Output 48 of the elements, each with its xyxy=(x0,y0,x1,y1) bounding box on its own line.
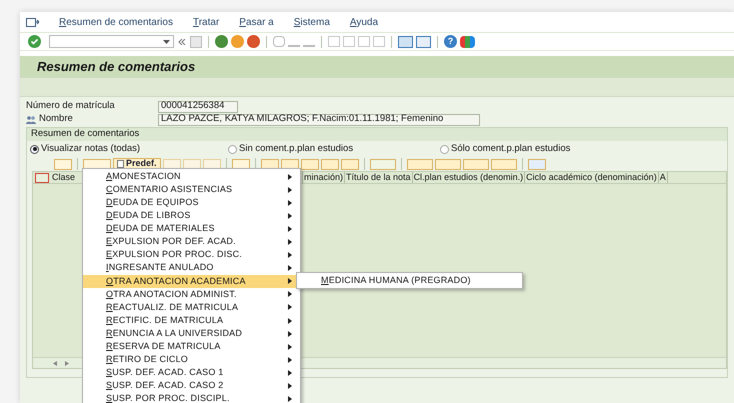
column-header[interactable]: Ciclo académico (denominación) xyxy=(525,172,659,183)
dropdown-arrow-icon[interactable] xyxy=(163,40,170,44)
submenu-option[interactable]: MEDICINA HUMANA (PREGRADO) xyxy=(297,274,522,287)
column-header[interactable]: Título de la nota xyxy=(345,172,413,183)
radio-button[interactable] xyxy=(440,144,449,154)
field-label: Número de matrícula xyxy=(26,99,115,114)
menu-icon[interactable] xyxy=(26,18,39,26)
column-header[interactable]: minación) xyxy=(303,172,346,183)
group-title: Resumen de comentarios xyxy=(31,127,140,142)
help-icon[interactable]: ? xyxy=(444,35,457,48)
scroll-left-icon[interactable] xyxy=(53,360,57,366)
menu-option[interactable]: RETIRO DE CICLO xyxy=(83,353,300,366)
radio-button[interactable] xyxy=(30,144,39,154)
menu-option[interactable]: DEUDA DE EQUIPOS xyxy=(83,196,300,210)
field-label: Nombre xyxy=(39,112,73,126)
people-icon xyxy=(26,116,36,124)
scroll-right-icon[interactable] xyxy=(65,360,69,366)
menu-option[interactable]: REACTUALIZ. DE MATRICULA xyxy=(83,300,300,314)
text-field[interactable]: 000041256384 xyxy=(158,100,238,112)
screen-title: Resumen de comentarios xyxy=(37,58,196,76)
menu-option[interactable]: RENUNCIA A LA UNIVERSIDAD xyxy=(83,327,300,340)
menu-option[interactable]: INGRESANTE ANULADO xyxy=(83,262,300,275)
menu-option[interactable]: RECTIFIC. DE MATRICULA xyxy=(83,314,300,328)
menu-item[interactable]: Tratar xyxy=(192,14,220,30)
text-field[interactable]: LAZO PAZCE, KATYA MILAGROS; F.Nacim:01.11.1981; Femenino xyxy=(158,114,480,126)
radio-button[interactable] xyxy=(228,144,237,154)
menu-option[interactable]: AMONESTACION xyxy=(83,170,300,184)
menu-option[interactable]: OTRA ANOTACION ADMINIST. xyxy=(83,288,300,301)
menu-item[interactable]: Sistema xyxy=(294,14,330,30)
menu-option[interactable]: SUSP. DEF. ACAD. CASO 1 xyxy=(83,366,300,380)
menu-option[interactable]: EXPULSION POR PROC. DISC. xyxy=(83,248,300,262)
column-header[interactable]: Cl.plan estudios (denomin.) xyxy=(412,172,526,183)
menu-option[interactable]: DEUDA DE LIBROS xyxy=(83,209,300,222)
enter-icon[interactable] xyxy=(28,35,41,48)
menu-option[interactable]: COMENTARIO ASISTENCIAS xyxy=(83,183,300,196)
menu-option[interactable]: SUSP. POR PROC. DISCIPL. xyxy=(83,392,300,403)
column-header[interactable]: A xyxy=(658,172,668,183)
menu-option[interactable]: SUSP. DEF. ACAD. CASO 2 xyxy=(83,380,300,393)
menu-option[interactable]: EXPULSION POR DEF. ACAD. xyxy=(83,235,300,249)
menu-option[interactable]: RESERVA DE MATRICULA xyxy=(83,340,300,354)
menu-option[interactable]: DEUDA DE MATERIALES xyxy=(83,222,300,236)
menu-item[interactable]: Ayuda xyxy=(350,14,378,30)
command-field[interactable] xyxy=(49,35,174,48)
radio-label: Visualizar notas (todas) xyxy=(41,142,140,156)
menu-item[interactable]: Resumen de comentarios xyxy=(59,14,173,30)
radio-label: Sólo coment.p.plan estudios xyxy=(451,142,570,156)
radio-label: Sin coment.p.plan estudios xyxy=(239,142,354,156)
menu-item[interactable]: Pasar a xyxy=(239,14,274,30)
